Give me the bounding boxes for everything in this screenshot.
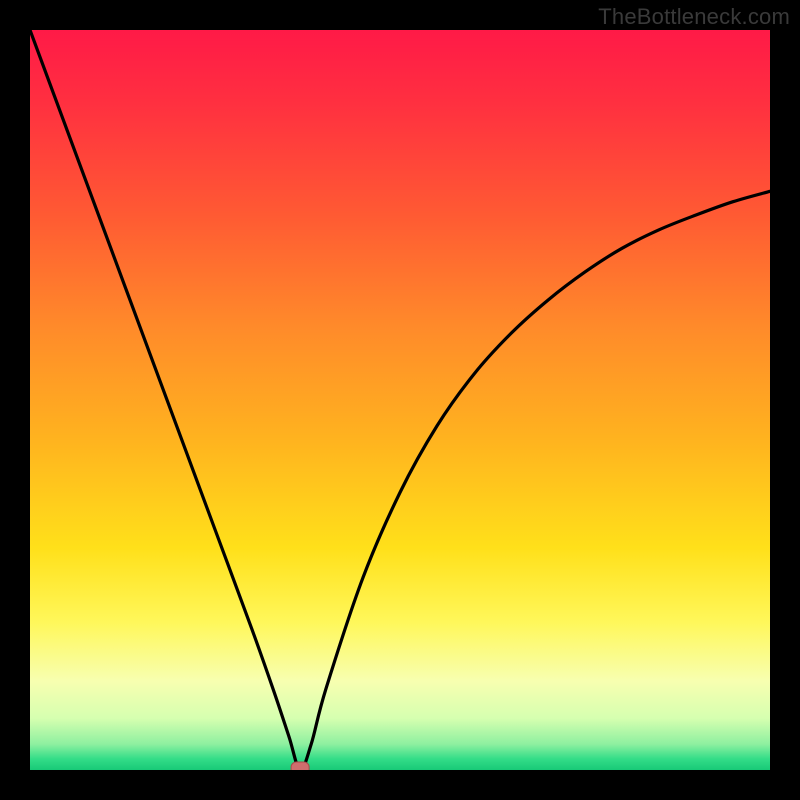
bottleneck-chart (30, 30, 770, 770)
optimal-point-marker (291, 762, 309, 770)
chart-background (30, 30, 770, 770)
chart-frame: TheBottleneck.com (0, 0, 800, 800)
watermark-text: TheBottleneck.com (598, 4, 790, 30)
